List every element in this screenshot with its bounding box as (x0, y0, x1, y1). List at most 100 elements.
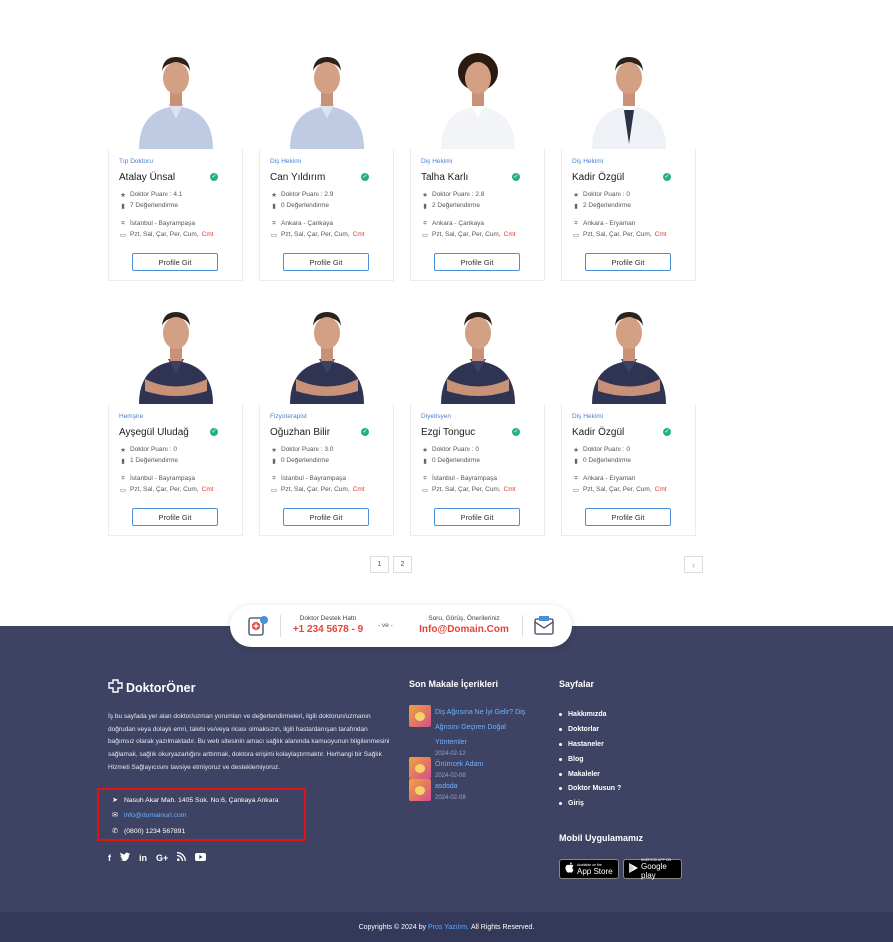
doctor-location: ⌗ Ankara - Eryaman (572, 473, 685, 484)
footer-page-link[interactable]: Makaleler (559, 767, 621, 782)
doctor-photo (561, 40, 696, 149)
days-text: Pzt, Sal, Çar, Per, Cum, (281, 231, 350, 238)
app-store-button[interactable]: Available on the App Store (559, 859, 619, 879)
doctor-specialty[interactable]: Diş Hekimi (270, 158, 383, 167)
doctor-name[interactable]: Kadir Özgül (572, 172, 624, 183)
doctor-specialty[interactable]: Diş Hekimi (572, 158, 685, 167)
google-plus-icon[interactable]: G+ (156, 853, 168, 863)
footer-page-link[interactable]: Hakkımızda (559, 707, 621, 722)
bullet-dot (559, 802, 562, 806)
doctor-info: Diş Hekimi Can Yıldırım ✓ ★ Doktor Puanı… (259, 149, 394, 281)
copyright-prefix: Copyrights © 2024 by (358, 923, 426, 931)
page-link-label[interactable]: Doktorlar (568, 726, 599, 733)
footer-logo[interactable]: DoktorÖner (108, 679, 195, 696)
page-link-label[interactable]: Hakkımızda (568, 711, 607, 718)
location-text: İstanbul - Bayrampaşa (130, 475, 196, 482)
doctor-days: ▭ Pzt, Sal, Çar, Per, Cum, Cmt (119, 229, 232, 240)
doctor-location: ⌗ Ankara - Eryaman (572, 218, 685, 229)
google-play-button[interactable]: ANDROID APP ON Google play (623, 858, 682, 880)
article-item[interactable]: asdsda 2024-02-08 (409, 779, 539, 802)
linkedin-icon[interactable]: in (139, 853, 147, 863)
doctor-days: ▭ Pzt, Sal, Çar, Per, Cum, Cmt (421, 229, 534, 240)
support-phone-number[interactable]: +1 234 5678 - 9 (290, 624, 366, 635)
doctor-reviews: ▮ 0 Değerlendirme (270, 455, 383, 466)
days-extra: Cmt (352, 486, 365, 493)
profile-button[interactable]: Profile Git (132, 253, 218, 271)
copyright-brand-link[interactable]: Pros Yazılım. (428, 924, 469, 931)
profile-button[interactable]: Profile Git (434, 508, 520, 526)
doctor-name[interactable]: Can Yıldırım (270, 172, 325, 183)
clipboard-icon: ▮ (272, 457, 276, 465)
location-icon: ⌗ (574, 474, 578, 482)
location-icon: ⌗ (423, 474, 427, 482)
page-1-button[interactable]: 1 (370, 556, 389, 573)
chevron-right-icon: › (692, 559, 695, 570)
verified-check-icon: ✓ (361, 428, 369, 436)
doctor-info: Fizyoterapist Oğuzhan Bilir ✓ ★ Doktor P… (259, 404, 394, 536)
footer-page-link[interactable]: Blog (559, 752, 621, 767)
article-item[interactable]: Örümcek Adam 2024-02-08 (409, 757, 539, 780)
logo-text: DoktorÖner (126, 680, 196, 695)
pagination-next: › (684, 556, 703, 573)
profile-button[interactable]: Profile Git (283, 508, 369, 526)
page-2-button[interactable]: 2 (393, 556, 412, 573)
page-link-label[interactable]: Makaleler (568, 771, 600, 778)
doctor-reviews: ▮ 7 Değerlendirme (119, 200, 232, 211)
doctor-reviews: ▮ 2 Değerlendirme (572, 200, 685, 211)
verified-check-icon: ✓ (512, 173, 520, 181)
doctor-specialty[interactable]: Diyetisyen (421, 413, 534, 422)
footer-page-link[interactable]: Giriş (559, 796, 621, 811)
star-icon: ★ (120, 446, 126, 454)
calendar-icon: ▭ (270, 231, 278, 239)
profile-button[interactable]: Profile Git (132, 508, 218, 526)
article-item[interactable]: Diş Ağrısına Ne İyi Gelir? Diş Ağrısını … (409, 705, 539, 758)
page-link-label[interactable]: Doktor Musun ? (568, 785, 621, 792)
doctor-days: ▭ Pzt, Sal, Çar, Per, Cum, Cmt (270, 229, 383, 240)
doctor-specialty[interactable]: Diş Hekimi (572, 413, 685, 422)
doctor-days: ▭ Pzt, Sal, Çar, Per, Cum, Cmt (270, 484, 383, 495)
footer-page-link[interactable]: Doktor Musun ? (559, 781, 621, 796)
support-email-address[interactable]: Info@Domain.Com (410, 624, 518, 635)
article-title[interactable]: Diş Ağrısına Ne İyi Gelir? Diş Ağrısını … (435, 705, 539, 750)
article-title[interactable]: asdsda (435, 779, 539, 794)
apple-icon (565, 862, 574, 876)
doctor-name[interactable]: Oğuzhan Bilir (270, 427, 330, 438)
next-page-button[interactable]: › (684, 556, 703, 573)
days-text: Pzt, Sal, Çar, Per, Cum, (432, 231, 501, 238)
doctor-name[interactable]: Ayşegül Uludağ (119, 427, 189, 438)
doctor-location: ⌗ İstanbul - Bayrampaşa (119, 473, 232, 484)
calendar-icon: ▭ (421, 486, 429, 494)
profile-button[interactable]: Profile Git (585, 253, 671, 271)
reviews-text: 0 Değerlendirme (432, 457, 481, 464)
rss-icon[interactable] (177, 852, 187, 863)
doctor-name[interactable]: Ezgi Tonguc (421, 427, 475, 438)
page-link-label[interactable]: Blog (568, 756, 584, 763)
doctor-name[interactable]: Kadir Özgül (572, 427, 624, 438)
doctor-specialty[interactable]: Tıp Doktoru (119, 158, 232, 167)
article-title[interactable]: Örümcek Adam (435, 757, 539, 772)
page-link-label[interactable]: Giriş (568, 800, 584, 807)
star-icon: ★ (573, 191, 579, 199)
footer-page-link[interactable]: Hastaneler (559, 737, 621, 752)
doctor-name[interactable]: Talha Karlı (421, 172, 468, 183)
youtube-icon[interactable] (195, 852, 207, 863)
footer-page-link[interactable]: Doktorlar (559, 722, 621, 737)
twitter-icon[interactable] (120, 852, 130, 863)
profile-button[interactable]: Profile Git (434, 253, 520, 271)
profile-button[interactable]: Profile Git (283, 253, 369, 271)
reviews-text: 7 Değerlendirme (130, 202, 179, 209)
verified-check-icon: ✓ (663, 428, 671, 436)
page-link-label[interactable]: Hastaneler (568, 741, 604, 748)
doctor-specialty[interactable]: Hemşire (119, 413, 232, 422)
profile-button[interactable]: Profile Git (585, 508, 671, 526)
doctor-specialty[interactable]: Fizyoterapist (270, 413, 383, 422)
doctor-photo (259, 295, 394, 404)
facebook-icon[interactable]: f (108, 853, 111, 863)
email-link[interactable]: info@domainurl.com (124, 812, 186, 819)
google-play-icon (629, 860, 638, 878)
doctor-name[interactable]: Atalay Ünsal (119, 172, 175, 183)
doctor-specialty[interactable]: Diş Hekimi (421, 158, 534, 167)
star-icon: ★ (422, 446, 428, 454)
rating-text: Doktor Puanı : 2.9 (281, 191, 334, 198)
doctor-reviews: ▮ 0 Değerlendirme (421, 455, 534, 466)
